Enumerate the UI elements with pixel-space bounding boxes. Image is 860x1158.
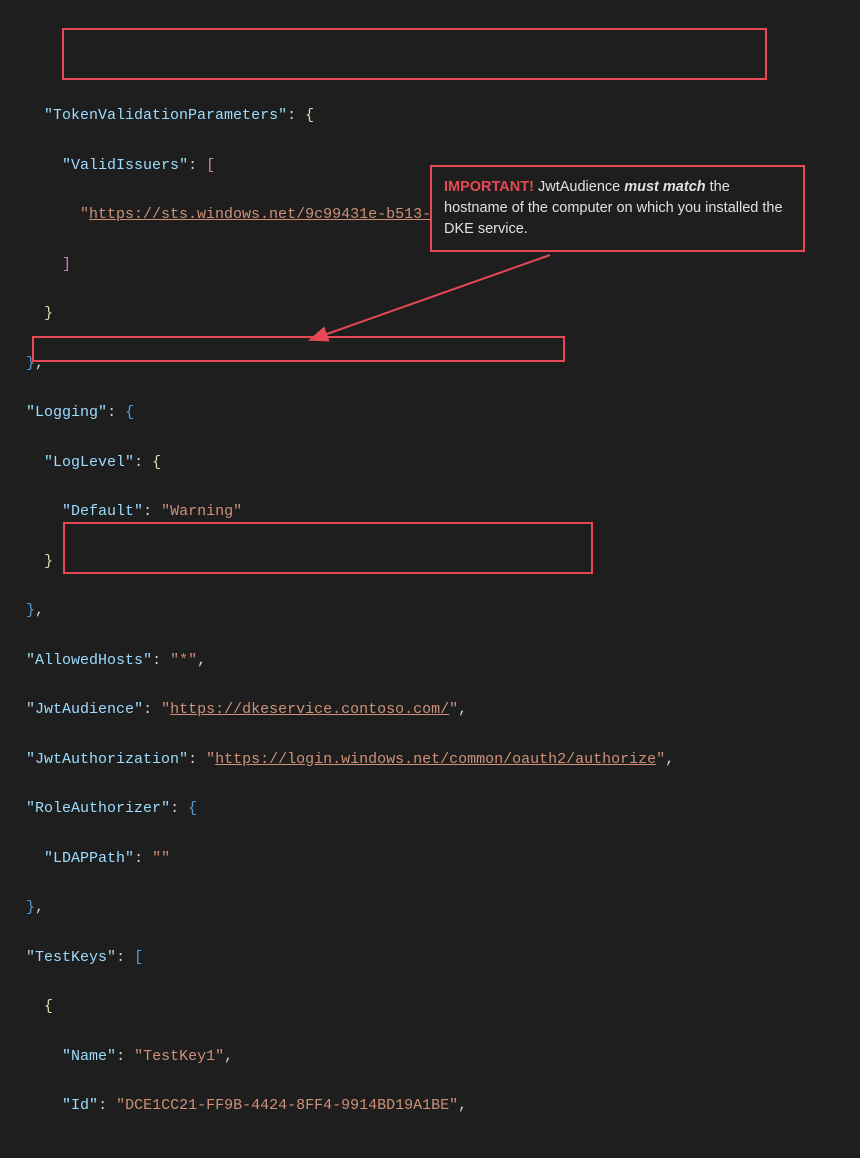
code-line[interactable]: }, xyxy=(0,599,860,624)
highlight-box-validissuers xyxy=(62,28,767,80)
key-allowedhosts: AllowedHosts xyxy=(35,652,143,669)
key-validissuers: ValidIssuers xyxy=(71,157,179,174)
code-line[interactable]: }, xyxy=(0,352,860,377)
value-id: DCE1CC21-FF9B-4424-8FF4-9914BD19A1BE xyxy=(125,1097,449,1114)
key-jwtauthorization: JwtAuthorization xyxy=(35,751,179,768)
code-line[interactable]: "LogLevel": { xyxy=(0,451,860,476)
code-line[interactable]: "Default": "Warning" xyxy=(0,500,860,525)
key-ldappath: LDAPPath xyxy=(53,850,125,867)
code-line[interactable]: "Name": "TestKey1", xyxy=(0,1045,860,1070)
key-tokenvalidation: TokenValidationParameters xyxy=(53,107,278,124)
code-line[interactable]: } xyxy=(0,550,860,575)
code-line[interactable]: "TokenValidationParameters": { xyxy=(0,104,860,129)
code-line[interactable]: "AllowedHosts": "*", xyxy=(0,649,860,674)
key-logging: Logging xyxy=(35,404,98,421)
callout-box: IMPORTANT! JwtAudience must match the ho… xyxy=(430,165,805,252)
code-line[interactable]: }, xyxy=(0,896,860,921)
value-jwtaudience: https://dkeservice.contoso.com/ xyxy=(170,701,449,718)
callout-important: IMPORTANT! xyxy=(444,179,534,195)
key-jwtaudience: JwtAudience xyxy=(35,701,134,718)
key-roleauthorizer: RoleAuthorizer xyxy=(35,800,161,817)
code-line[interactable]: "LDAPPath": "" xyxy=(0,847,860,872)
code-line[interactable]: "JwtAuthorization": "https://login.windo… xyxy=(0,748,860,773)
code-line[interactable]: } xyxy=(0,302,860,327)
value-default: Warning xyxy=(170,503,233,520)
code-line[interactable]: "Id": "DCE1CC21-FF9B-4424-8FF4-9914BD19A… xyxy=(0,1094,860,1119)
code-line[interactable]: { xyxy=(0,995,860,1020)
value-jwtauthorization: https://login.windows.net/common/oauth2/… xyxy=(215,751,656,768)
callout-emphasis: must match xyxy=(624,179,705,195)
key-id: Id xyxy=(71,1097,89,1114)
key-default: Default xyxy=(71,503,134,520)
code-line[interactable]: ] xyxy=(0,253,860,278)
key-loglevel: LogLevel xyxy=(53,454,125,471)
value-allowedhosts: * xyxy=(179,652,188,669)
key-testkeys: TestKeys xyxy=(35,949,107,966)
code-line[interactable]: "TestKeys": [ xyxy=(0,946,860,971)
key-name: Name xyxy=(71,1048,107,1065)
value-name: TestKey1 xyxy=(143,1048,215,1065)
code-line[interactable]: "JwtAudience": "https://dkeservice.conto… xyxy=(0,698,860,723)
callout-text1: JwtAudience xyxy=(534,179,624,195)
code-line[interactable]: "Logging": { xyxy=(0,401,860,426)
code-line[interactable]: "RoleAuthorizer": { xyxy=(0,797,860,822)
